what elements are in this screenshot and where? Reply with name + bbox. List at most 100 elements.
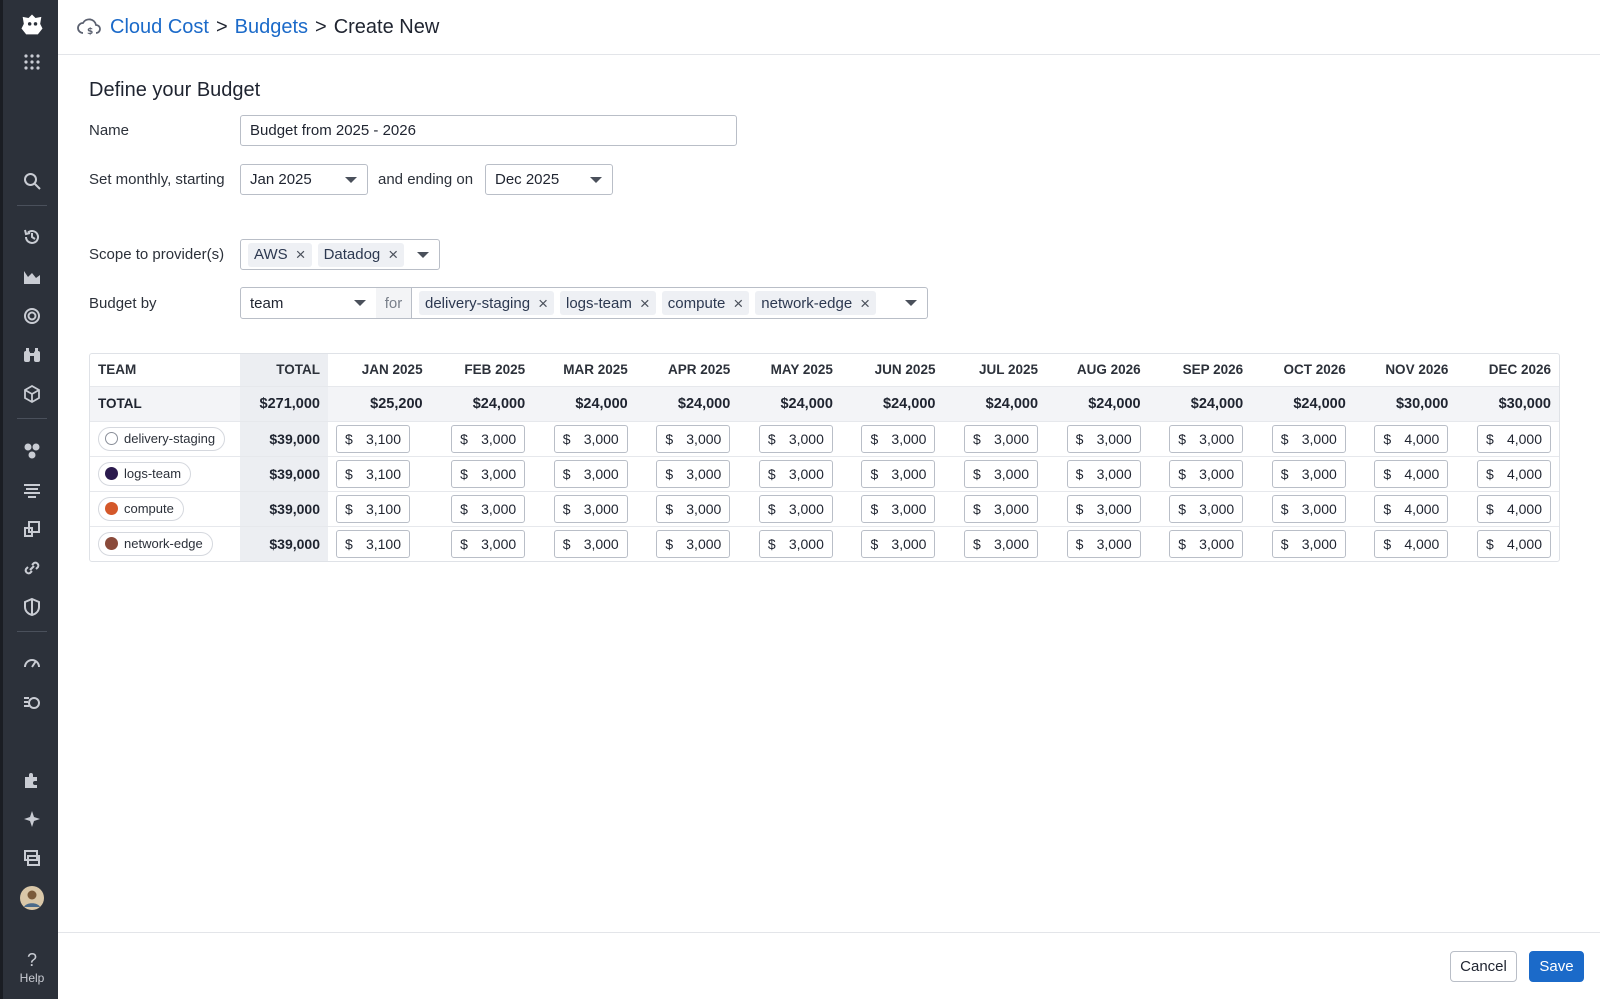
apps-grid-icon[interactable] — [3, 47, 61, 77]
month-budget-input[interactable]: $3,000 — [451, 459, 526, 488]
month-budget-input[interactable]: $3,100 — [336, 424, 410, 453]
month-budget-input[interactable]: $3,000 — [553, 424, 628, 453]
logs-icon[interactable] — [3, 475, 61, 505]
month-budget-input[interactable]: $3,000 — [656, 424, 731, 453]
month-budget-input[interactable]: $3,000 — [861, 459, 936, 488]
month-budget-input[interactable]: $3,000 — [1271, 459, 1346, 488]
history-icon[interactable] — [3, 222, 61, 252]
month-budget-input[interactable]: $3,000 — [1169, 529, 1244, 558]
month-budget-input[interactable]: $4,000 — [1477, 529, 1551, 558]
ci-visibility-icon[interactable] — [3, 687, 61, 717]
breadcrumb-budgets-link[interactable]: Budgets — [235, 16, 308, 38]
performance-gauge-icon[interactable] — [3, 648, 61, 678]
month-budget-input[interactable]: $4,000 — [1477, 424, 1551, 453]
month-budget-input[interactable]: $3,000 — [451, 529, 526, 558]
month-budget-input[interactable]: $3,000 — [861, 494, 936, 523]
month-budget-input[interactable]: $3,000 — [1271, 529, 1346, 558]
month-budget-input[interactable]: $3,000 — [964, 529, 1039, 558]
month-budget-input[interactable]: $4,000 — [1374, 494, 1449, 523]
integrations-link-icon[interactable] — [3, 553, 61, 583]
datadog-logo-icon[interactable] — [3, 6, 61, 44]
month-budget-input[interactable]: $3,000 — [553, 459, 628, 488]
month-budget-input[interactable]: $3,000 — [1271, 494, 1346, 523]
month-budget-input[interactable]: $4,000 — [1477, 459, 1551, 488]
month-budget-input[interactable]: $3,000 — [1066, 459, 1141, 488]
month-budget-input[interactable]: $3,000 — [758, 459, 833, 488]
digital-experience-icon[interactable] — [3, 514, 61, 544]
support-chat-icon[interactable] — [3, 843, 61, 873]
close-icon[interactable]: × — [640, 295, 650, 312]
month-budget-input[interactable]: $3,000 — [1271, 424, 1346, 453]
month-budget-input[interactable]: $3,000 — [964, 424, 1039, 453]
close-icon[interactable]: × — [538, 295, 548, 312]
sparkle-icon[interactable] — [3, 804, 61, 834]
month-budget-input[interactable]: $3,000 — [656, 459, 731, 488]
watchdog-binoculars-icon[interactable] — [3, 340, 61, 370]
month-budget-cell: $4,000 — [1353, 455, 1457, 491]
currency-symbol: $ — [1075, 465, 1084, 482]
breadcrumb-cloud-cost-link[interactable]: Cloud Cost — [110, 16, 209, 38]
budget-name-input[interactable]: Budget from 2025 - 2026 — [240, 115, 737, 146]
month-budget-input[interactable]: $3,100 — [336, 459, 410, 488]
month-budget-input[interactable]: $3,000 — [656, 494, 731, 523]
search-icon[interactable] — [3, 166, 61, 196]
help-button[interactable]: ? Help — [3, 950, 61, 986]
month-budget-input[interactable]: $4,000 — [1374, 459, 1449, 488]
month-budget-input[interactable]: $3,000 — [1169, 494, 1244, 523]
month-budget-input[interactable]: $3,000 — [758, 494, 833, 523]
budget-amount: 3,000 — [891, 535, 927, 552]
close-icon[interactable]: × — [388, 246, 398, 263]
month-budget-input[interactable]: $3,000 — [758, 424, 833, 453]
month-budget-input[interactable]: $3,000 — [656, 529, 731, 558]
month-budget-cell: $3,000 — [1046, 490, 1149, 526]
currency-symbol: $ — [665, 465, 674, 482]
month-budget-input[interactable]: $3,100 — [336, 529, 410, 558]
month-budget-input[interactable]: $3,000 — [1066, 424, 1141, 453]
month-budget-input[interactable]: $3,000 — [758, 529, 833, 558]
month-budget-input[interactable]: $3,000 — [1066, 494, 1141, 523]
month-column-header: JUL 2025 — [979, 362, 1039, 378]
month-budget-cell: $3,000 — [840, 525, 944, 561]
month-budget-input[interactable]: $3,000 — [451, 494, 526, 523]
team-avatar-icon — [105, 467, 118, 480]
cancel-button[interactable]: Cancel — [1450, 951, 1517, 982]
user-avatar[interactable] — [3, 880, 61, 916]
end-month-select[interactable]: Dec 2025 — [485, 164, 613, 195]
month-budget-input[interactable]: $3,000 — [861, 424, 936, 453]
month-budget-input[interactable]: $3,000 — [553, 529, 628, 558]
month-budget-input[interactable]: $4,000 — [1374, 529, 1449, 558]
month-budget-cell: $4,000 — [1353, 525, 1457, 561]
team-multiselect[interactable]: delivery-staging × logs-team × compute × ne… — [411, 287, 928, 319]
budget-amount: 4,000 — [1506, 465, 1542, 482]
month-budget-input[interactable]: $3,000 — [861, 529, 936, 558]
month-budget-cell: $3,000 — [1046, 525, 1149, 561]
monitors-icon[interactable] — [3, 301, 61, 331]
apm-icon[interactable] — [3, 436, 61, 466]
month-budget-input[interactable]: $4,000 — [1374, 424, 1449, 453]
security-shield-icon[interactable] — [3, 592, 61, 622]
help-label: Help — [19, 971, 45, 985]
provider-multiselect[interactable]: AWS × Datadog × — [240, 239, 440, 270]
dashboards-icon[interactable] — [3, 262, 61, 292]
team-total: $39,000 — [240, 455, 328, 491]
close-icon[interactable]: × — [733, 295, 743, 312]
start-month-select[interactable]: Jan 2025 — [240, 164, 368, 195]
month-budget-cell: $4,000 — [1456, 420, 1559, 456]
budget-by-select[interactable]: team — [240, 287, 377, 319]
month-budget-input[interactable]: $3,000 — [553, 494, 628, 523]
month-budget-input[interactable]: $3,000 — [1169, 459, 1244, 488]
close-icon[interactable]: × — [296, 246, 306, 263]
puzzle-piece-icon[interactable] — [3, 765, 61, 795]
month-budget-input[interactable]: $3,000 — [1066, 529, 1141, 558]
infrastructure-icon[interactable] — [3, 379, 61, 409]
month-budget-input[interactable]: $3,100 — [336, 494, 410, 523]
save-button[interactable]: Save — [1529, 951, 1584, 982]
month-budget-input[interactable]: $3,000 — [451, 424, 526, 453]
month-budget-input[interactable]: $3,000 — [964, 494, 1039, 523]
budget-table: TEAM TOTAL JAN 2025 FEB 2025 MAR 2025 APR 2… — [89, 353, 1560, 562]
month-budget-input[interactable]: $4,000 — [1477, 494, 1551, 523]
month-budget-input[interactable]: $3,000 — [1169, 424, 1244, 453]
budget-amount: 3,000 — [1096, 500, 1132, 517]
close-icon[interactable]: × — [860, 295, 870, 312]
month-budget-input[interactable]: $3,000 — [964, 459, 1039, 488]
